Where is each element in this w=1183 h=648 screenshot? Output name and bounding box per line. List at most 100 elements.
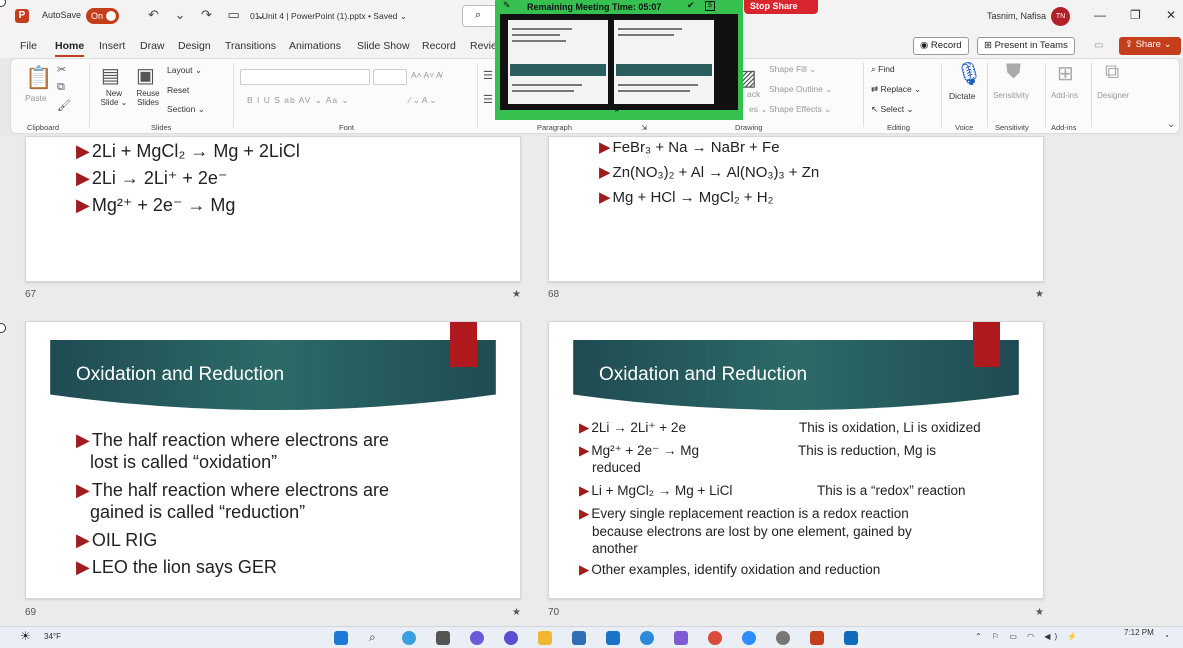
new-slide-button[interactable]: New Slide ⌄ [97, 89, 131, 107]
shape-outline-button[interactable]: Shape Outline ⌄ [769, 84, 832, 95]
tab-file[interactable]: File [20, 40, 37, 52]
sensitivity-icon[interactable]: ⛊ [1006, 61, 1021, 84]
chevron-up-icon[interactable]: ⌃ [613, 108, 621, 119]
bullets-icon[interactable]: ☰ [483, 69, 493, 82]
tab-animations[interactable]: Animations [289, 40, 341, 52]
cut-icon[interactable]: ✂ [57, 63, 66, 76]
system-tray-icons[interactable]: ⌃ ⚐ ▭ ◠ ◀) ⚡ [975, 632, 1081, 641]
red-accent-tab [450, 322, 477, 367]
copilot-icon[interactable] [402, 631, 416, 645]
weather-temp[interactable]: 34°F [44, 632, 61, 641]
sensitivity-button[interactable]: Sensitivity [993, 91, 1029, 100]
clock-time[interactable]: 7:12 PM [1124, 628, 1154, 637]
designer-button[interactable]: Designer [1097, 91, 1129, 100]
share-button[interactable]: ⇪ Share ⌄ [1119, 37, 1181, 55]
search-icon[interactable]: ⌕ [369, 630, 376, 645]
chat-icon[interactable] [504, 631, 518, 645]
group-label-add-ins: Add-ins [1051, 123, 1077, 132]
arrange-label[interactable]: ack [747, 89, 760, 99]
designer-icon[interactable]: ⧉ [1105, 61, 1119, 84]
slide-sorter[interactable]: ▶ 2Li + MgCl₂ → Mg + 2LiCl ▶ 2Li → 2Li⁺ + … [0, 136, 1183, 626]
tab-design[interactable]: Design [178, 40, 211, 52]
taskbar: ☀ 34°F ⌕ ⌃ ⚐ ▭ ◠ ◀) ⚡ 7:12 PM ◔ [0, 626, 1183, 648]
select-label: Select ⌄ [880, 104, 914, 114]
font-grow-shrink-buttons[interactable]: A˄ A˅ A̸ [411, 70, 442, 80]
autosave-toggle[interactable]: On [86, 8, 119, 24]
tab-record[interactable]: Record [422, 40, 456, 52]
replace-button[interactable]: ⇄ Replace ⌄ [871, 84, 921, 95]
reset-button[interactable]: Reset [167, 85, 189, 95]
collapse-ribbon-icon[interactable]: ⌄ [1167, 119, 1175, 130]
find-button[interactable]: ⌕ Find [871, 64, 895, 75]
shape-fill-button[interactable]: Shape Fill ⌄ [769, 64, 816, 75]
font-format-buttons[interactable]: B I U S ab AV ⌄ Aa ⌄ [247, 95, 350, 106]
new-slide-icon[interactable]: ▤ [101, 63, 120, 88]
paste-button[interactable]: Paste [25, 93, 47, 103]
pen-icon[interactable]: ✎ [503, 0, 511, 11]
microphone-icon[interactable]: 🎙 [955, 61, 983, 87]
copy-icon[interactable]: ⧉ [57, 81, 65, 94]
font-size-select[interactable] [373, 69, 407, 85]
dictate-button[interactable]: Dictate [949, 91, 975, 101]
format-painter-icon[interactable]: 🖌 [57, 99, 71, 112]
weather-icon[interactable]: ☀ [20, 629, 31, 643]
powerpoint-logo-icon: P [15, 9, 29, 23]
slide-67[interactable]: ▶ 2Li + MgCl₂ → Mg + 2LiCl ▶ 2Li → 2Li⁺ + … [25, 136, 521, 282]
chrome-icon[interactable] [708, 631, 722, 645]
select-button[interactable]: ↖ Select ⌄ [871, 104, 914, 115]
shared-screen-preview [500, 14, 738, 110]
avatar[interactable]: TN [1051, 7, 1070, 26]
slide-68[interactable]: ▶ FeBr₃ + Na → NaBr + Fe ▶ Zn(NO₃)₂ + Al →… [548, 136, 1044, 282]
paste-icon[interactable]: 📋 [25, 65, 52, 91]
record-button[interactable]: ◉ Record [913, 37, 969, 55]
dollar-icon[interactable]: $ [705, 1, 715, 11]
file-explorer-icon[interactable] [538, 631, 552, 645]
reuse-slides-icon[interactable]: ▣ [136, 63, 155, 88]
star-icon: ★ [512, 607, 521, 618]
section-button[interactable]: Section ⌄ [167, 104, 205, 115]
outlook-icon[interactable] [844, 631, 858, 645]
tab-draw[interactable]: Draw [140, 40, 165, 52]
stop-share-button[interactable]: Stop Share [744, 0, 818, 14]
minimize-icon[interactable]: — [1094, 8, 1106, 22]
teams-icon[interactable] [470, 631, 484, 645]
tab-transitions[interactable]: Transitions [225, 40, 276, 52]
reuse-slides-button[interactable]: Reuse Slides [133, 89, 163, 107]
store-icon[interactable] [572, 631, 586, 645]
paragraph-dialog-launcher[interactable]: ⇲ [641, 123, 647, 132]
comments-icon[interactable]: ▭ [1094, 40, 1103, 51]
tab-review[interactable]: Revie [470, 40, 497, 52]
settings-icon[interactable] [776, 631, 790, 645]
slide-title: Oxidation and Reduction [76, 364, 285, 385]
app-icon[interactable] [674, 631, 688, 645]
star-icon: ★ [512, 289, 521, 300]
restore-icon[interactable]: ❐ [1130, 8, 1141, 22]
close-icon[interactable]: ✕ [1166, 8, 1176, 22]
zoom-icon[interactable] [742, 631, 756, 645]
mail-icon[interactable] [606, 631, 620, 645]
document-title[interactable]: 01 Unit 4 | PowerPoint (1).pptx • Saved … [250, 11, 407, 22]
add-ins-button[interactable]: Add-ins [1051, 91, 1078, 100]
slide-number: 69 [25, 607, 37, 618]
align-icon[interactable]: ☰ [483, 93, 493, 106]
tab-slide-show[interactable]: Slide Show [357, 40, 410, 52]
preview-banner [510, 64, 606, 76]
shape-effects-button[interactable]: Shape Effects ⌄ [769, 104, 831, 115]
user-name[interactable]: Tasnim, Nafisa [987, 11, 1046, 21]
edge-icon[interactable] [640, 631, 654, 645]
group-label-sensitivity: Sensitivity [995, 123, 1029, 132]
tab-insert[interactable]: Insert [99, 40, 125, 52]
quick-styles-label[interactable]: es ⌄ [749, 104, 767, 115]
present-in-teams-button[interactable]: ⊞ Present in Teams [977, 37, 1075, 55]
add-ins-icon[interactable]: ⊞ [1057, 61, 1074, 86]
windows-start-icon[interactable] [334, 631, 348, 645]
task-view-icon[interactable] [436, 631, 450, 645]
font-name-select[interactable] [240, 69, 370, 85]
notification-icon[interactable]: ◔ [1164, 632, 1169, 641]
powerpoint-icon[interactable] [810, 631, 824, 645]
layout-button[interactable]: Layout ⌄ [167, 65, 202, 76]
slide-69[interactable]: Oxidation and Reduction ▶ The half reacti… [25, 321, 521, 599]
tab-home[interactable]: Home [55, 40, 85, 57]
font-color-buttons[interactable]: ⁄ ⌄ A ⌄ [409, 95, 436, 106]
slide-70[interactable]: Oxidation and Reduction ▶ 2Li → 2Li⁺ + 2e… [548, 321, 1044, 599]
